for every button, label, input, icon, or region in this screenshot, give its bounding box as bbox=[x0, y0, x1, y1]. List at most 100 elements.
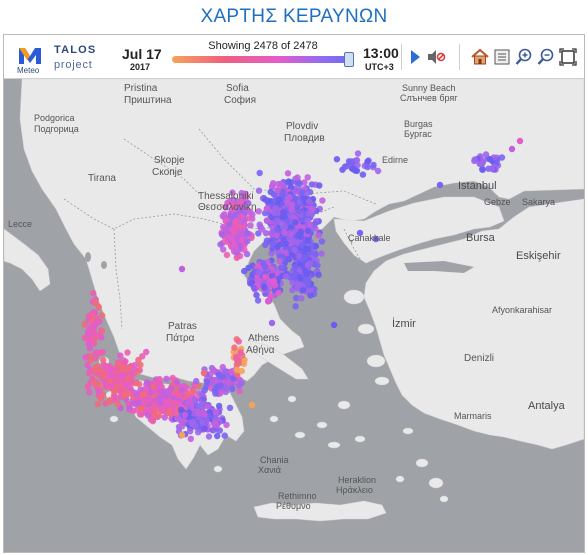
lightning-strike-dot bbox=[244, 237, 251, 245]
lightning-strike-dot bbox=[235, 382, 243, 389]
lightning-strike-dot bbox=[204, 403, 212, 410]
lightning-strike-dot bbox=[201, 425, 208, 432]
label-pristina: Pristina bbox=[124, 83, 158, 94]
lightning-strike-dot bbox=[86, 370, 93, 377]
lightning-strike-dot bbox=[143, 379, 151, 386]
lightning-strike-dot bbox=[278, 264, 285, 272]
lightning-strike-dot bbox=[108, 382, 115, 390]
time-slider-track[interactable] bbox=[172, 56, 350, 63]
lightning-strike-dot bbox=[291, 246, 298, 254]
lightning-strike-dot bbox=[261, 273, 269, 281]
lightning-strike-dot bbox=[82, 354, 89, 361]
lightning-strike-dot bbox=[364, 158, 371, 165]
lightning-strike-dot bbox=[303, 271, 311, 278]
lightning-strike-dot bbox=[161, 414, 168, 421]
label-skopje: Skopje bbox=[154, 155, 185, 166]
label-thessaloniki-gr: Θεσσαλονίκη bbox=[198, 201, 257, 213]
lightning-strike-dot bbox=[293, 180, 301, 187]
lightning-strike-dot bbox=[226, 404, 234, 411]
lightning-strike-dot bbox=[231, 344, 238, 351]
lightning-strike-dot bbox=[222, 225, 229, 233]
label-sunny-beach-cyr: Слънчев бряг bbox=[400, 93, 458, 103]
label-athens: Athens bbox=[248, 333, 279, 344]
lightning-strike-dot bbox=[124, 349, 131, 356]
lightning-strike-dot bbox=[240, 360, 248, 367]
lightning-strike-dot bbox=[264, 298, 272, 305]
lightning-strike-dot bbox=[114, 395, 121, 402]
lightning-strike-dot bbox=[169, 374, 176, 382]
lightning-strike-dot bbox=[364, 163, 371, 171]
label-chania-gr: Χανιά bbox=[258, 465, 281, 475]
time-slider-handle[interactable] bbox=[344, 52, 354, 67]
lightning-strike-dot bbox=[174, 392, 182, 399]
lightning-strike-dot bbox=[292, 303, 299, 310]
lightning-strike-dot bbox=[343, 163, 350, 170]
label-antalya: Antalya bbox=[528, 400, 566, 412]
lightning-strike-dot bbox=[186, 428, 194, 435]
label-tirana: Tirana bbox=[88, 173, 116, 184]
label-sakarya: Sakarya bbox=[522, 197, 555, 207]
label-rethimno-gr: Ρέθυμνο bbox=[276, 501, 311, 511]
lightning-strike-dot bbox=[123, 383, 130, 390]
lightning-strike-dot bbox=[233, 366, 241, 373]
strike-count: Showing 2478 of 2478 bbox=[208, 40, 318, 52]
fullscreen-list-icon[interactable] bbox=[492, 47, 512, 67]
lightning-strike-dot bbox=[93, 363, 101, 370]
logo-meteo-text: Meteo bbox=[17, 66, 40, 75]
lightning-strike-dot bbox=[158, 406, 165, 413]
lightning-strike-dot bbox=[298, 189, 306, 196]
lightning-strike-dot bbox=[200, 409, 207, 416]
lightning-strike-dot bbox=[217, 241, 224, 248]
label-burgas: Burgas bbox=[404, 119, 433, 129]
label-rethimno: Rethimno bbox=[278, 491, 317, 501]
lightning-strike-dot bbox=[233, 254, 240, 261]
lightning-strike-dot bbox=[178, 431, 186, 439]
sound-muted-icon[interactable] bbox=[426, 47, 446, 67]
lightning-strike-dot bbox=[214, 432, 221, 440]
lightning-strike-dot bbox=[304, 237, 312, 244]
lightning-strike-dot bbox=[279, 214, 286, 221]
label-skopje-cyr: Скопје bbox=[152, 167, 183, 178]
map-canvas[interactable]: Sofia София Pristina Приштина Podgorica … bbox=[4, 79, 584, 552]
expand-icon[interactable] bbox=[558, 47, 578, 67]
lightning-strike-dot bbox=[254, 297, 262, 304]
play-icon[interactable] bbox=[405, 47, 425, 67]
label-thessaloniki: Thessaloniki bbox=[198, 191, 254, 202]
lightning-strike-dot bbox=[92, 320, 99, 328]
lightning-strike-dot bbox=[233, 336, 240, 343]
lightning-strike-dot bbox=[269, 228, 276, 236]
lightning-strike-dot bbox=[187, 435, 194, 442]
label-podgorica-cyr: Подгорица bbox=[34, 124, 79, 134]
lightning-strike-dot bbox=[255, 269, 263, 276]
lightning-strike-dot bbox=[211, 419, 219, 427]
lightning-strike-dot bbox=[262, 264, 269, 271]
lightning-strike-dot bbox=[99, 356, 107, 364]
lightning-strike-dot bbox=[194, 429, 202, 436]
zoom-out-icon[interactable] bbox=[536, 47, 556, 67]
lightning-strike-dot bbox=[223, 384, 230, 392]
lightning-strike-dot bbox=[254, 277, 262, 284]
lightning-strike-dot bbox=[294, 174, 301, 181]
home-icon[interactable] bbox=[470, 47, 490, 67]
lightning-strike-dot bbox=[498, 154, 506, 161]
label-sofia-cyr: София bbox=[224, 94, 256, 106]
lightning-strike-dot bbox=[217, 382, 224, 389]
lightning-strike-dot bbox=[241, 246, 248, 254]
lightning-strike-dot bbox=[330, 321, 338, 329]
label-podgorica: Podgorica bbox=[34, 113, 75, 123]
date-year: 2017 bbox=[130, 62, 151, 72]
lightning-strike-dot bbox=[282, 240, 290, 247]
lightning-strike-dot bbox=[471, 156, 478, 163]
lightning-strike-dot bbox=[181, 411, 189, 418]
lightning-strike-dot bbox=[236, 388, 243, 395]
lightning-strike-dot bbox=[228, 226, 235, 233]
zoom-in-icon[interactable] bbox=[514, 47, 534, 67]
lightning-strike-dot bbox=[219, 231, 226, 238]
lightning-strike-dot bbox=[94, 400, 102, 408]
lightning-strike-dot bbox=[263, 217, 271, 224]
lightning-strike-dot bbox=[215, 402, 223, 410]
map-area[interactable]: Sofia София Pristina Приштина Podgorica … bbox=[4, 79, 584, 552]
lightning-strike-dot bbox=[225, 379, 232, 386]
lightning-strike-dot bbox=[211, 377, 218, 385]
lightning-strike-dot bbox=[353, 156, 361, 164]
